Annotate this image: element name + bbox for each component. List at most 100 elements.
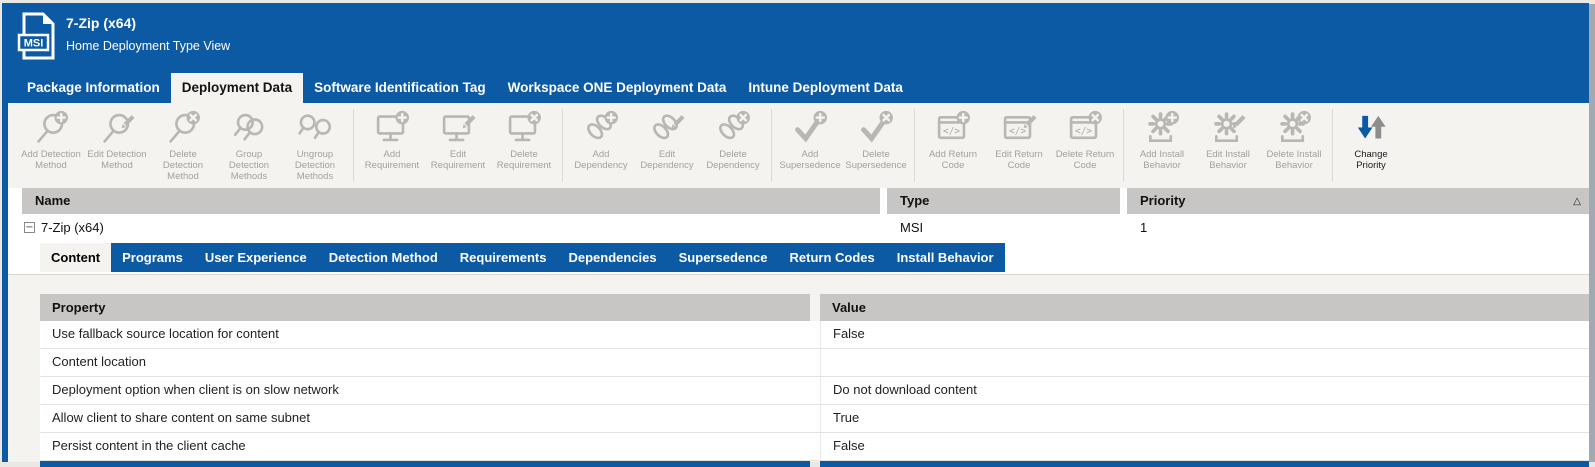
property-row-content-location[interactable]: Content location [40,349,1589,377]
column-header-property[interactable]: Property [40,294,810,321]
window-title: 7-Zip (x64) [66,15,136,31]
property-table-body: Use fallback source location for content… [40,321,1589,461]
toolbar-button-label: Add Detection Method [19,149,83,171]
column-header-name[interactable]: Name [22,188,880,214]
toolbar-group-separator [1123,109,1124,182]
property-name-cell: Use fallback source location for content [40,321,810,348]
property-name-cell: Allow client to share content on same su… [40,405,810,432]
detail-tab-requirements[interactable]: Requirements [449,243,558,272]
edit-dependency-button[interactable]: Edit Dependency [634,103,700,188]
deployment-name-cell: 7-Zip (x64) [41,220,104,235]
codewin-icon: </> [1066,109,1104,149]
deployment-grid-header: Name Type Priority △ [22,188,1589,214]
detail-tab-user-experience[interactable]: User Experience [194,243,318,272]
magnifier-ungroup-icon [296,109,334,149]
toolbar-group-separator [1332,109,1333,182]
delete-install-behavior-button[interactable]: Delete Install Behavior [1261,103,1327,188]
toolbar-button-label: Edit Install Behavior [1196,149,1260,171]
toolbar-button-label: Edit Requirement [426,149,490,171]
property-name-cell: Persist content in the client cache [40,433,810,460]
edit-detection-method-button[interactable]: Edit Detection Method [84,103,150,188]
toolbar-button-label: Delete Detection Method [151,149,215,182]
msi-icon-label: MSI [24,38,44,50]
add-dependency-button[interactable]: Add Dependency [568,103,634,188]
delete-return-code-button[interactable]: </>Delete Return Code [1052,103,1118,188]
toolbar-button-label: Add Install Behavior [1130,149,1194,171]
toolbar-button-label: Add Return Code [921,149,985,171]
property-value-cell: True [820,405,1589,432]
column-header-value[interactable]: Value [820,294,1589,321]
deployment-row[interactable]: − 7-Zip (x64) MSI 1 [22,214,1589,241]
property-table-header: Property Value [40,294,1589,321]
gear-icon [1143,109,1181,149]
main-tab-deployment-data[interactable]: Deployment Data [171,73,303,103]
ungroup-detection-methods-button[interactable]: Ungroup Detection Methods [282,103,348,188]
svg-text:</>: </> [943,126,960,137]
property-row-use-fallback-source-location-for-content[interactable]: Use fallback source location for content… [40,321,1589,349]
property-row-persist-content-in-the-client-cache[interactable]: Persist content in the client cache False [40,433,1589,461]
detail-tab-dependencies[interactable]: Dependencies [557,243,667,272]
sort-ascending-icon: △ [1573,189,1581,215]
edit-return-code-button[interactable]: </>Edit Return Code [986,103,1052,188]
gear-icon [1209,109,1247,149]
group-detection-methods-button[interactable]: Group Detection Methods [216,103,282,188]
toolbar-button-label: Edit Return Code [987,149,1051,171]
add-requirement-button[interactable]: Add Requirement [359,103,425,188]
edit-install-behavior-button[interactable]: Edit Install Behavior [1195,103,1261,188]
toolbar-group-separator [562,109,563,182]
deployment-grid: Name Type Priority △ − 7-Zip (x64) MSI 1 [8,188,1589,241]
magnifier-icon [98,109,136,149]
toolbar-button-label: Edit Dependency [635,149,699,171]
detail-tab-supersedence[interactable]: Supersedence [668,243,779,272]
priority-arrows-icon [1352,109,1390,149]
delete-detection-method-button[interactable]: Delete Detection Method [150,103,216,188]
detail-tab-programs[interactable]: Programs [111,243,194,272]
magnifier-icon [32,109,70,149]
main-tab-intune-deployment-data[interactable]: Intune Deployment Data [737,73,914,103]
toolbar-group-separator [353,109,354,182]
chain-icon [714,109,752,149]
column-header-type[interactable]: Type [887,188,1120,214]
add-return-code-button[interactable]: </> Add Return Code [920,103,986,188]
add-detection-method-button[interactable]: Add Detection Method [18,103,84,188]
title-bar: MSI 7-Zip (x64) Home Deployment Type Vie… [2,3,1589,103]
monitor-icon [373,109,411,149]
gear-icon [1275,109,1313,149]
property-name-cell: Content location [40,349,810,376]
toolbar-button-label: Add Supersedence [778,149,842,171]
msi-package-icon: MSI [15,11,59,61]
main-tab-bar: Package InformationDeployment DataSoftwa… [16,73,914,103]
content-tab-panel: Property Value Use fallback source locat… [8,274,1589,462]
property-name-cell: Deployment option when client is on slow… [40,377,810,404]
check-icon [857,109,895,149]
monitor-icon [439,109,477,149]
add-install-behavior-button[interactable]: Add Install Behavior [1129,103,1195,188]
detail-tab-install-behavior[interactable]: Install Behavior [886,243,1005,272]
property-value-cell: Do not download content [820,377,1589,404]
collapse-expander-icon[interactable]: − [24,222,35,233]
codewin-icon: </> [1000,109,1038,149]
property-row-deployment-option-when-client-is-on-slow-network[interactable]: Deployment option when client is on slow… [40,377,1589,405]
toolbar-button-label: Delete Install Behavior [1262,149,1326,171]
property-row-allow-client-to-share-content-on-same-subnet[interactable]: Allow client to share content on same su… [40,405,1589,433]
delete-dependency-button[interactable]: Delete Dependency [700,103,766,188]
detail-tab-content[interactable]: Content [40,243,111,272]
add-supersedence-button[interactable]: Add Supersedence [777,103,843,188]
toolbar-button-label: Edit Detection Method [85,149,149,171]
property-value-cell: False [820,321,1589,348]
toolbar-button-label: Ungroup Detection Methods [283,149,347,182]
detail-tab-return-codes[interactable]: Return Codes [779,243,886,272]
property-value-cell: False [820,433,1589,460]
main-tab-package-information[interactable]: Package Information [16,73,171,103]
toolbar-button-label: Delete Dependency [701,149,765,171]
toolbar-button-label: Change Priority [1339,149,1403,171]
column-header-priority[interactable]: Priority △ [1127,188,1589,214]
detail-tab-detection-method[interactable]: Detection Method [318,243,449,272]
toolbar-button-label: Add Requirement [360,149,424,171]
main-tab-software-identification-tag[interactable]: Software Identification Tag [303,73,497,103]
delete-supersedence-button[interactable]: Delete Supersedence [843,103,909,188]
edit-requirement-button[interactable]: Edit Requirement [425,103,491,188]
change-priority-button[interactable]: Change Priority [1338,103,1404,188]
main-tab-workspace-one-deployment-data[interactable]: Workspace ONE Deployment Data [497,73,738,103]
delete-requirement-button[interactable]: Delete Requirement [491,103,557,188]
